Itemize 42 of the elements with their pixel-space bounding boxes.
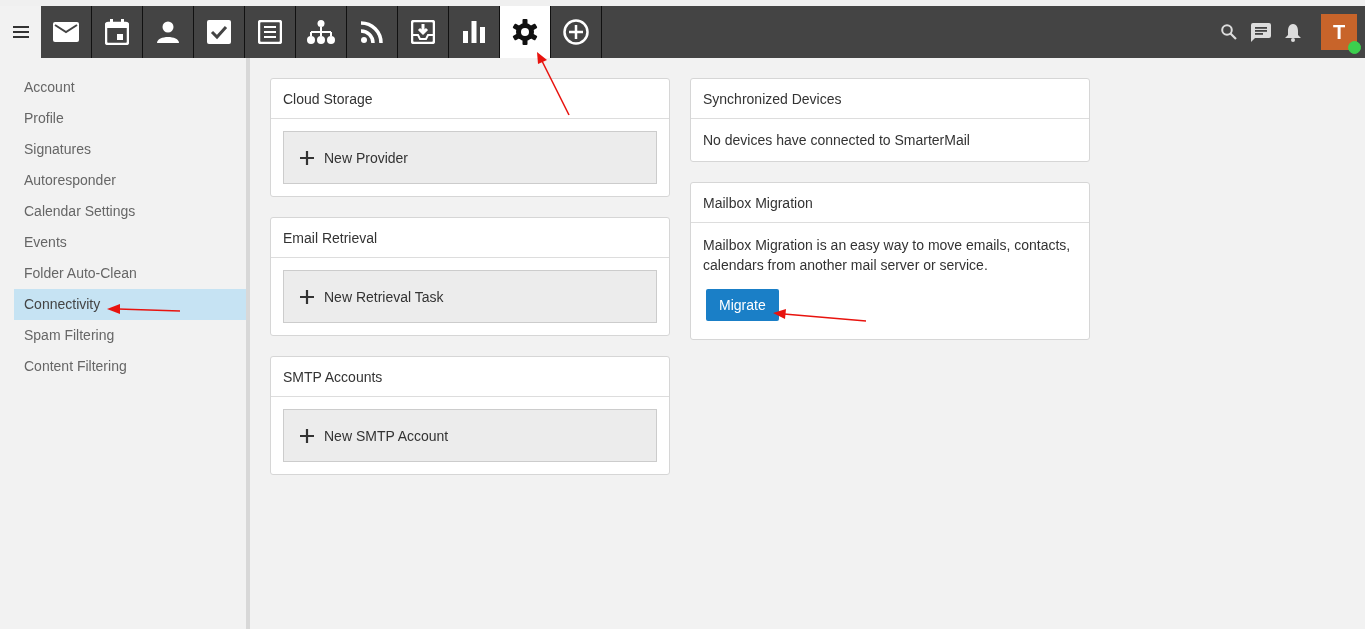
sidebar-item[interactable]: Account bbox=[14, 72, 246, 103]
card-title: SMTP Accounts bbox=[271, 357, 669, 397]
calendar-icon bbox=[105, 19, 129, 45]
sidebar-item[interactable]: Folder Auto-Clean bbox=[14, 258, 246, 289]
avatar-initial: T bbox=[1332, 20, 1346, 44]
sidebar-item[interactable]: Events bbox=[14, 227, 246, 258]
document-icon bbox=[258, 20, 282, 44]
sidebar-item[interactable]: Connectivity bbox=[14, 289, 246, 320]
envelope-icon bbox=[53, 21, 79, 43]
sidebar-item[interactable]: Content Filtering bbox=[14, 351, 246, 382]
card-title: Synchronized Devices bbox=[691, 79, 1089, 119]
add-circle-icon bbox=[563, 19, 589, 45]
checkbox-icon bbox=[207, 20, 231, 44]
bell-icon[interactable] bbox=[1285, 22, 1301, 42]
sidebar-item[interactable]: Autoresponder bbox=[14, 165, 246, 196]
annotation-arrow bbox=[535, 51, 571, 117]
search-icon[interactable] bbox=[1221, 24, 1237, 40]
add-button[interactable]: New Retrieval Task bbox=[283, 270, 657, 323]
add-button[interactable]: New Provider bbox=[283, 131, 657, 184]
inbox-download-icon bbox=[411, 20, 435, 44]
chat-icon[interactable] bbox=[1251, 22, 1271, 42]
plus-icon bbox=[300, 289, 314, 304]
plus-icon bbox=[300, 150, 314, 165]
plus-icon bbox=[300, 428, 314, 443]
card-title: Cloud Storage bbox=[271, 79, 669, 119]
add-button[interactable]: New SMTP Account bbox=[283, 409, 657, 462]
sidebar-item[interactable]: Spam Filtering bbox=[14, 320, 246, 351]
person-icon bbox=[157, 21, 179, 43]
rss-icon bbox=[361, 21, 383, 43]
card-title: Email Retrieval bbox=[271, 218, 669, 258]
settings-icon bbox=[512, 19, 538, 45]
migrate-button[interactable]: Migrate bbox=[706, 289, 779, 321]
sidebar-item[interactable]: Calendar Settings bbox=[14, 196, 246, 227]
nav-tab[interactable] bbox=[500, 6, 551, 58]
card-message: No devices have connected to SmarterMail bbox=[702, 131, 971, 150]
card-description: Mailbox Migration is an easy way to move emails, contacts, calendars from another mail server or service. bbox=[703, 236, 1072, 275]
menu-icon bbox=[12, 26, 29, 38]
sidebar-item[interactable]: Signatures bbox=[14, 134, 246, 165]
sidebar-item[interactable]: Profile bbox=[14, 103, 246, 134]
sitemap-icon bbox=[307, 20, 335, 44]
card-title: Mailbox Migration bbox=[691, 183, 1089, 223]
bar-chart-icon bbox=[463, 21, 485, 43]
